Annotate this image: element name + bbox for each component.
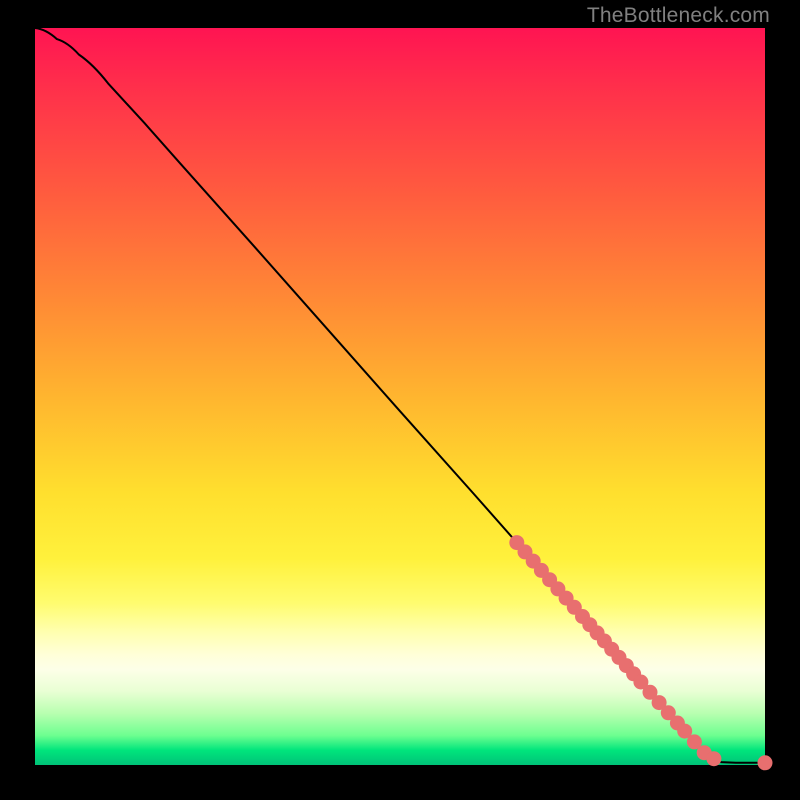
chart-container: TheBottleneck.com xyxy=(0,0,800,800)
watermark-text: TheBottleneck.com xyxy=(587,4,770,28)
plot-background-gradient xyxy=(35,28,765,765)
